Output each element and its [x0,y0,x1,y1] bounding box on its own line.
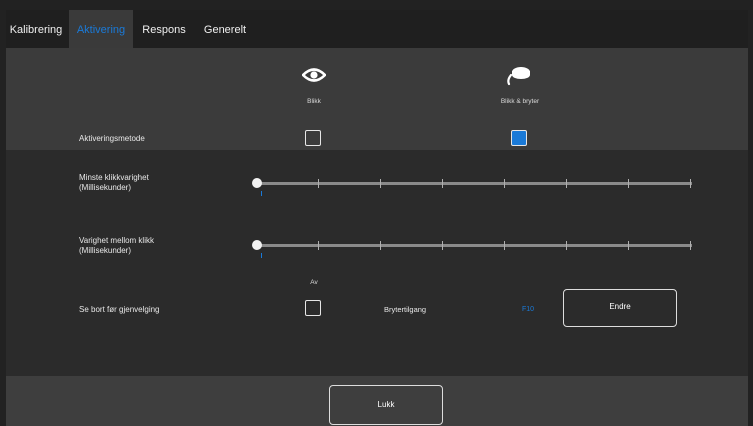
time-between-clicks-unit: (Millisekunder) [79,246,132,255]
min-click-duration-title: Minste klikkvarighet [79,173,149,182]
min-click-duration-label: Minste klikkvarighet (Millisekunder) [79,173,149,193]
eye-icon [301,66,327,84]
time-between-clicks-slider[interactable] [252,238,694,258]
switch-key-value: F10 [522,306,535,313]
option-blikk-label: Blikk [307,98,321,105]
activation-method-section: Blikk Blikk & bryter Aktiveringsmetode [6,48,748,150]
change-button[interactable]: Endre [563,289,677,327]
look-away-checkbox[interactable] [305,300,321,316]
blikk-bryter-checkbox[interactable] [511,130,527,146]
min-click-duration-unit: (Millisekunder) [79,183,132,192]
option-blikk-bryter-label: Blikk & bryter [500,98,540,105]
activation-method-label: Aktiveringsmetode [79,134,145,143]
switch-icon [505,64,535,86]
tab-aktivering[interactable]: Aktivering [69,10,133,48]
tab-respons[interactable]: Respons [138,10,190,48]
blikk-checkbox[interactable] [305,130,321,146]
slider-thumb[interactable] [252,178,262,188]
tab-generelt[interactable]: Generelt [197,10,253,48]
switch-access-label: Brytertilgang [384,305,427,314]
close-button[interactable]: Lukk [329,385,443,425]
footer: Lukk [6,376,748,426]
min-click-duration-slider[interactable] [252,176,694,196]
slider-thumb[interactable] [252,240,262,250]
tab-bar: Kalibrering Aktivering Respons Generelt [6,10,748,48]
time-between-clicks-title: Varighet mellom klikk [79,236,154,245]
look-away-label: Se bort før gjenvelging [79,305,160,314]
timing-section: Minste klikkvarighet (Millisekunder) Var… [6,150,748,376]
tab-kalibrering[interactable]: Kalibrering [6,10,66,48]
settings-window: Kalibrering Aktivering Respons Generelt … [6,10,748,426]
time-between-clicks-label: Varighet mellom klikk (Millisekunder) [79,236,154,256]
look-away-caption: Av [310,279,318,286]
